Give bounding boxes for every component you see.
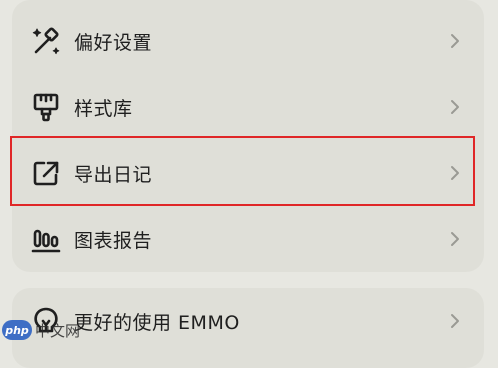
menu-item-label: 图表报告 [74,229,153,252]
chevron-right-icon [448,97,462,117]
menu-item-chart-report[interactable]: 图表报告 [12,206,484,272]
watermark-text: 中文网 [35,321,81,340]
magic-wand-icon [28,23,64,59]
menu-item-label: 样式库 [74,97,133,120]
menu-item-label: 更好的使用 EMMO [74,311,240,334]
menu-item-export-diary[interactable]: 导出日记 [12,140,484,206]
watermark: php 中文网 [2,318,80,342]
chevron-right-icon [448,311,462,331]
tips-card: 更好的使用 EMMO [12,288,484,368]
paint-brush-icon [28,89,64,125]
chevron-right-icon [448,163,462,183]
export-icon [28,155,64,191]
settings-menu-card: 偏好设置 样式库 导出日记 图表报告 [12,0,484,272]
chevron-right-icon [448,31,462,51]
menu-item-preferences[interactable]: 偏好设置 [12,8,484,74]
chevron-right-icon [448,229,462,249]
menu-item-label: 导出日记 [74,163,153,186]
menu-item-style-library[interactable]: 样式库 [12,74,484,140]
bar-chart-icon [28,221,64,257]
menu-item-better-use-emmo[interactable]: 更好的使用 EMMO [12,288,484,354]
menu-item-label: 偏好设置 [74,31,153,54]
watermark-logo: php [2,320,32,340]
